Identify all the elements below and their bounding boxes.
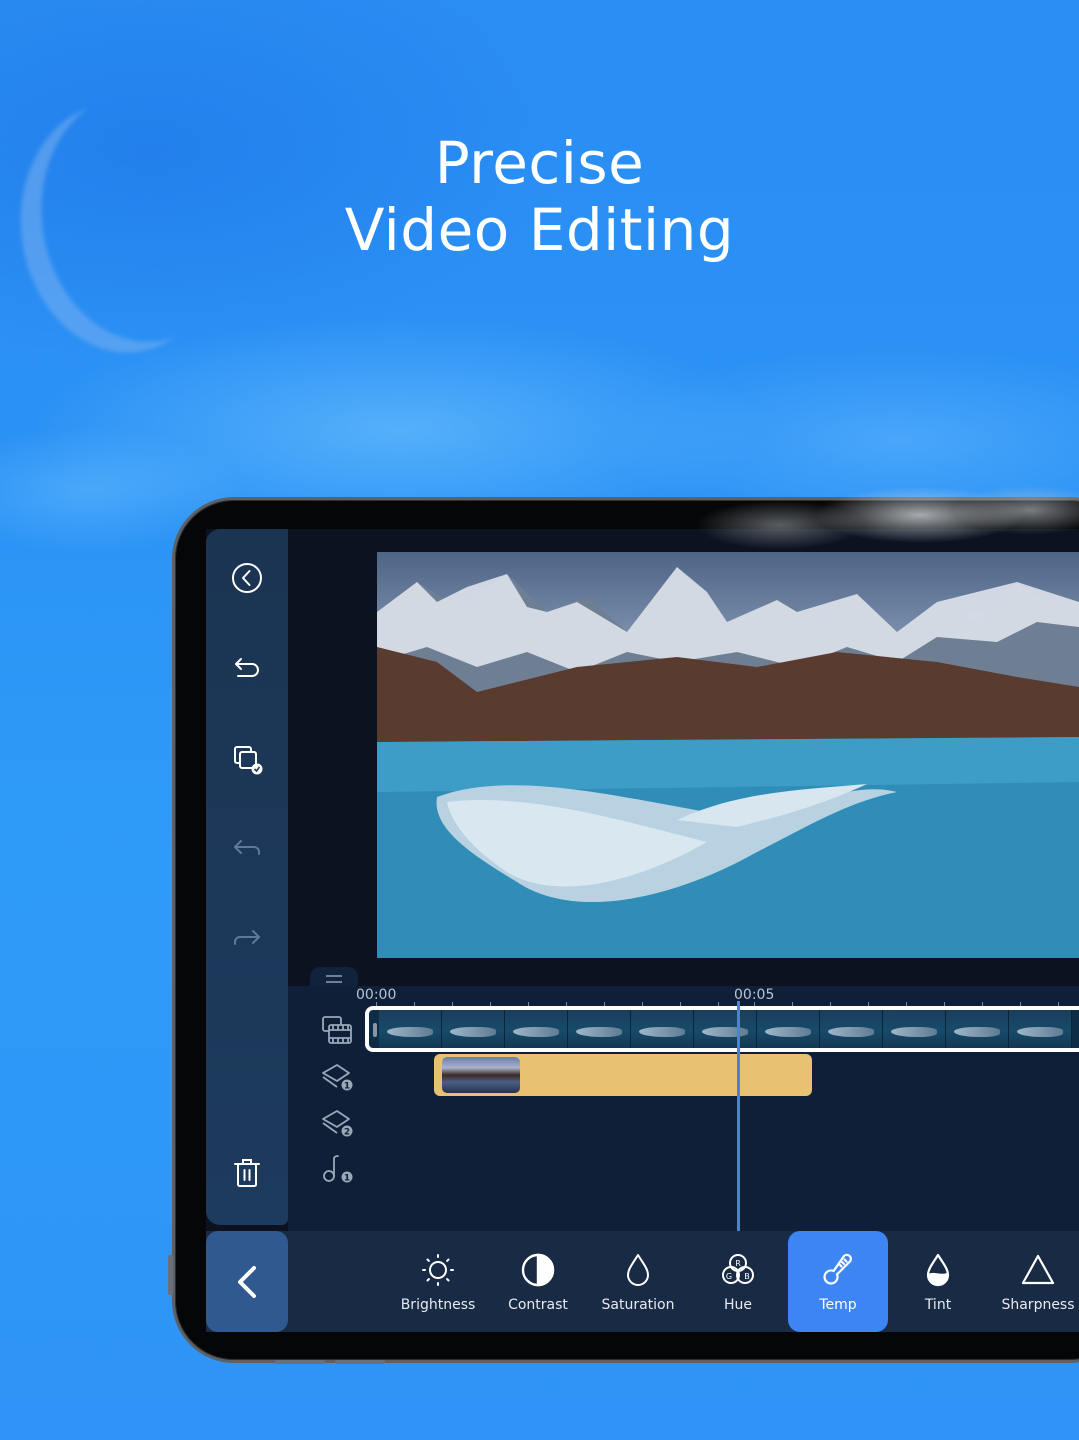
clip-frame [379, 1010, 442, 1048]
multi-select-icon [234, 746, 263, 775]
layer-1-icon[interactable]: 1 [320, 1059, 354, 1093]
undo-icon [235, 658, 259, 677]
arrow-back-icon [234, 840, 260, 855]
overlay-clip[interactable] [434, 1054, 812, 1096]
trash-icon [234, 1159, 260, 1187]
clip-frame [694, 1010, 757, 1048]
multi-select-button[interactable] [223, 735, 271, 783]
half-drop-icon [926, 1253, 950, 1286]
toolbar-back-button[interactable] [206, 1231, 288, 1332]
arrow-forward-icon [234, 930, 260, 945]
clip-frame [568, 1010, 631, 1048]
clip-frame [631, 1010, 694, 1048]
editor-screen: 00:00 00:05 1 2 1 Brightness Contrast Sa… [206, 529, 1079, 1332]
contrast-icon [521, 1253, 555, 1286]
back-circle-button[interactable] [223, 554, 271, 602]
tool-label: Temp [819, 1296, 857, 1313]
svg-text:G: G [726, 1272, 732, 1281]
side-button [168, 1255, 173, 1295]
video-preview[interactable] [377, 552, 1079, 958]
svg-text:R: R [735, 1259, 741, 1268]
ruler-label: 00:00 [356, 987, 397, 1003]
tool-label: Contrast [508, 1296, 568, 1313]
volume-button [335, 1360, 385, 1364]
step-back-button[interactable] [223, 825, 271, 873]
drop-icon [627, 1253, 649, 1286]
clip-frame [820, 1010, 883, 1048]
svg-text:1: 1 [344, 1174, 350, 1184]
tool-tint[interactable]: Tint [888, 1231, 988, 1332]
clip-frame [1009, 1010, 1072, 1048]
step-forward-button[interactable] [223, 915, 271, 963]
playhead[interactable] [737, 1001, 740, 1233]
undo-button[interactable] [223, 645, 271, 693]
tool-label: Brightness [400, 1296, 476, 1313]
thermometer-icon [823, 1253, 852, 1285]
headline-line-1: Precise [434, 129, 645, 197]
svg-text:2: 2 [344, 1128, 350, 1138]
svg-text:B: B [744, 1272, 750, 1281]
overlay-thumbnail [442, 1057, 520, 1093]
tool-label: Hue [723, 1296, 752, 1313]
clip-trim-handle[interactable] [373, 1023, 377, 1037]
adjust-toolbar: Brightness Contrast Saturation RG B Hue T… [206, 1231, 1079, 1332]
tool-label: Tint [924, 1296, 952, 1313]
tool-hue[interactable]: RG B Hue [688, 1231, 788, 1332]
video-track-icon[interactable] [320, 1013, 354, 1047]
tool-label: Sharpness [1001, 1296, 1075, 1313]
preview-image [377, 567, 1079, 958]
delete-button[interactable] [223, 1149, 271, 1197]
tool-sharpness[interactable]: Sharpness [988, 1231, 1079, 1332]
volume-button [275, 1360, 325, 1364]
ruler-label: 00:05 [734, 987, 775, 1003]
clip-frame [442, 1010, 505, 1048]
main-video-clip[interactable] [365, 1006, 1079, 1052]
tool-saturation[interactable]: Saturation [588, 1231, 688, 1332]
sun-icon [422, 1253, 454, 1286]
sidebar [206, 529, 288, 1225]
clip-frame [946, 1010, 1009, 1048]
circle-chevron-left-icon [232, 563, 262, 593]
triangle-icon [1021, 1254, 1055, 1284]
clip-frame [883, 1010, 946, 1048]
tool-brightness[interactable]: Brightness [388, 1231, 488, 1332]
headline-line-2: Video Editing [344, 196, 735, 264]
svg-text:1: 1 [344, 1082, 350, 1092]
clip-frame [757, 1010, 820, 1048]
clip-frame [505, 1010, 568, 1048]
menu-lines-icon [326, 975, 342, 983]
music-note-icon[interactable]: 1 [320, 1151, 354, 1185]
rgb-circles-icon: RG B [722, 1253, 754, 1284]
chevron-left-icon [238, 1265, 256, 1298]
tool-contrast[interactable]: Contrast [488, 1231, 588, 1332]
tool-temp[interactable]: Temp [788, 1231, 888, 1332]
tool-label: Saturation [601, 1296, 675, 1313]
layer-2-icon[interactable]: 2 [320, 1105, 354, 1139]
